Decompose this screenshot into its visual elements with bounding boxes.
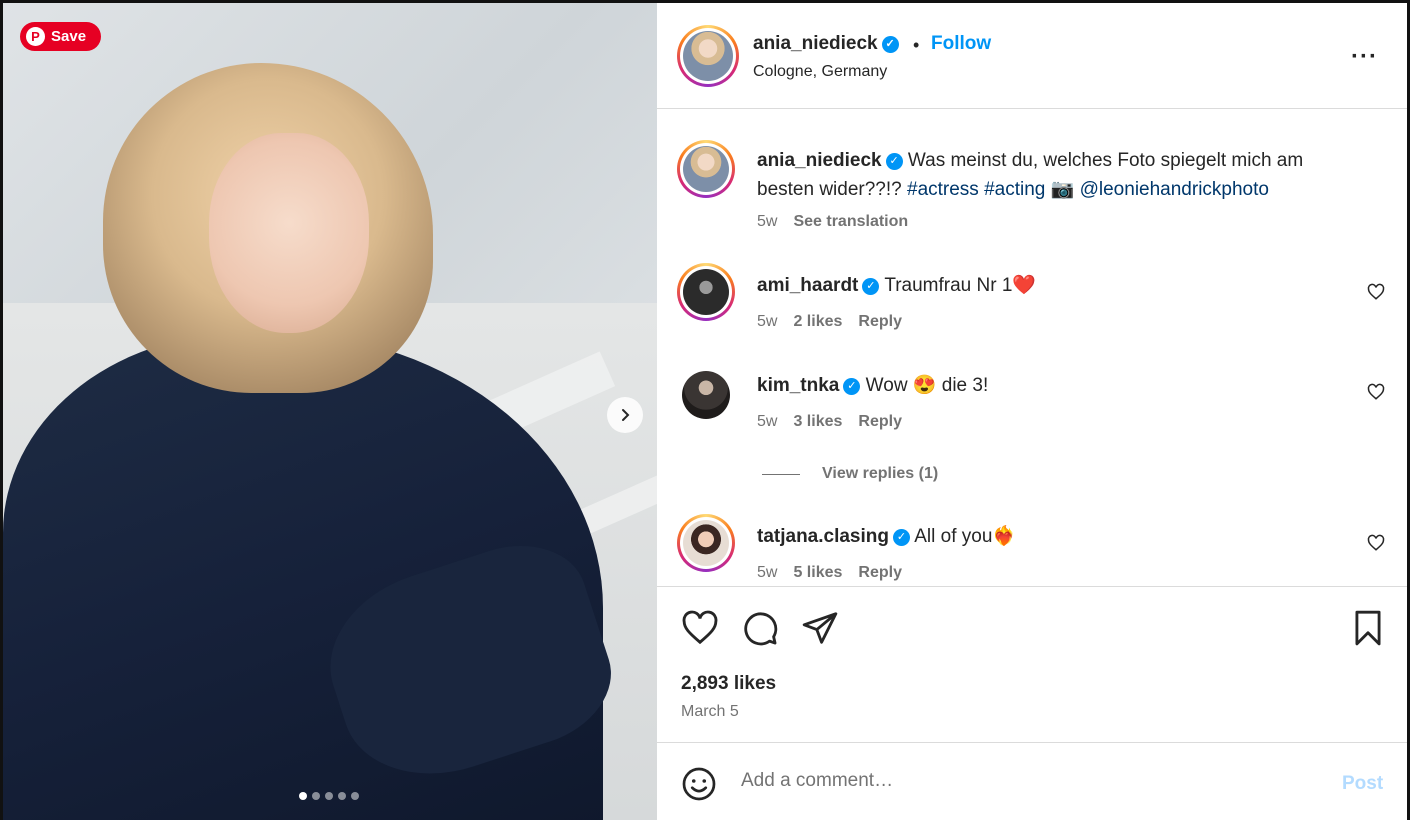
carousel-dot — [312, 792, 320, 800]
verified-badge-icon: ✓ — [862, 278, 880, 295]
post-actions: 2,893 likes March 5 — [657, 586, 1407, 743]
comment-time: 5w — [757, 313, 778, 330]
comment-username[interactable]: tatjana.clasing — [757, 526, 889, 547]
hashtag-link[interactable]: #acting — [984, 179, 1045, 200]
pinterest-save-button[interactable]: P Save — [20, 22, 101, 51]
mention-link[interactable]: @leoniehandrickphoto — [1080, 179, 1269, 200]
comment: tatjana.clasing ✓ All of you❤️‍🔥 — [757, 522, 1347, 551]
commenter-avatar-ring[interactable] — [677, 514, 735, 572]
post-location[interactable]: Cologne, Germany — [753, 63, 887, 81]
caption: ania_niedieck ✓ Was meinst du, welches Fo… — [757, 146, 1357, 204]
avatar — [683, 31, 733, 81]
follow-button[interactable]: Follow — [931, 33, 991, 55]
replies-divider — [762, 473, 800, 475]
carousel-next-button[interactable] — [607, 397, 643, 433]
comment: ami_haardt ✓ Traumfrau Nr 1❤️ — [757, 271, 1347, 300]
verified-badge-icon: ✓ — [893, 529, 910, 546]
comment-icon[interactable] — [741, 609, 779, 647]
post-date: March 5 — [681, 703, 739, 720]
hashtag-link[interactable]: #actress — [907, 179, 979, 200]
reply-button[interactable]: Reply — [858, 564, 902, 581]
author-avatar-ring[interactable] — [677, 25, 739, 87]
caption-avatar-ring[interactable] — [677, 140, 735, 198]
post-comment-button[interactable]: Post — [1342, 773, 1383, 795]
like-comment-icon[interactable] — [1367, 534, 1385, 552]
comment-username[interactable]: kim_tnka — [757, 375, 839, 396]
more-options-icon[interactable]: ··· — [1351, 43, 1378, 71]
comment-time: 5w — [757, 413, 778, 430]
see-translation-button[interactable]: See translation — [793, 213, 908, 230]
save-label: Save — [51, 28, 87, 45]
comment-likes[interactable]: 2 likes — [793, 313, 842, 330]
view-replies-label: View replies (1) — [822, 465, 939, 482]
carousel-dot — [299, 792, 307, 800]
commenter-avatar-ring[interactable] — [677, 263, 735, 321]
avatar — [682, 371, 730, 419]
camera-emoji: 📷 — [1050, 179, 1075, 200]
verified-badge-icon: ✓ — [843, 378, 861, 395]
comment: kim_tnka ✓ Wow 😍 die 3! — [757, 371, 1347, 400]
post-header: ania_niedieck ✓ • Follow Cologne, Germany… — [657, 3, 1407, 109]
chevron-right-icon — [622, 409, 630, 421]
photo-face — [209, 133, 369, 333]
add-comment-input[interactable] — [741, 770, 1301, 792]
comment-username[interactable]: ami_haardt — [757, 275, 858, 296]
window: P Save ania_niedieck ✓ • Follow Cologne, … — [0, 0, 1410, 820]
reply-button[interactable]: Reply — [858, 313, 902, 330]
bookmark-icon[interactable] — [1349, 609, 1387, 647]
caption-meta: 5w See translation — [757, 213, 924, 231]
verified-badge-icon: ✓ — [885, 153, 903, 170]
comment-text: Traumfrau Nr 1❤️ — [884, 275, 1037, 296]
comment-likes[interactable]: 5 likes — [793, 564, 842, 581]
author-username[interactable]: ania_niedieck ✓ — [753, 33, 899, 55]
post-details-panel: ania_niedieck ✓ • Follow Cologne, Germany… — [657, 3, 1407, 820]
caption-username[interactable]: ania_niedieck — [757, 150, 882, 171]
view-replies-button[interactable]: View replies (1) — [762, 465, 938, 483]
verified-badge-icon: ✓ — [881, 36, 899, 53]
comment-likes[interactable]: 3 likes — [793, 413, 842, 430]
carousel-dot — [325, 792, 333, 800]
caption-time: 5w — [757, 213, 778, 230]
comment-text: Wow 😍 die 3! — [865, 375, 989, 396]
pinterest-icon: P — [26, 27, 45, 46]
comments-list[interactable]: ania_niedieck ✓ Was meinst du, welches Fo… — [657, 110, 1407, 586]
comment-meta: 5w 5 likes Reply — [757, 564, 918, 582]
like-comment-icon[interactable] — [1367, 383, 1385, 401]
share-icon[interactable] — [801, 609, 839, 647]
separator-dot: • — [913, 35, 920, 55]
avatar — [683, 146, 729, 192]
comment-time: 5w — [757, 564, 778, 581]
carousel-indicator — [299, 792, 359, 800]
like-icon[interactable] — [681, 609, 719, 647]
reply-button[interactable]: Reply — [858, 413, 902, 430]
emoji-icon[interactable] — [681, 766, 717, 802]
like-comment-icon[interactable] — [1367, 283, 1385, 301]
avatar — [683, 269, 729, 315]
carousel-dot — [338, 792, 346, 800]
post-photo[interactable]: P Save — [3, 3, 657, 820]
carousel-dot — [351, 792, 359, 800]
comment-text: All of you❤️‍🔥 — [914, 526, 1017, 547]
commenter-avatar[interactable] — [682, 371, 730, 419]
add-comment-bar: Post — [657, 744, 1407, 820]
comment-meta: 5w 3 likes Reply — [757, 413, 918, 431]
like-count[interactable]: 2,893 likes — [681, 673, 776, 695]
comment-meta: 5w 2 likes Reply — [757, 313, 918, 331]
avatar — [683, 520, 729, 566]
